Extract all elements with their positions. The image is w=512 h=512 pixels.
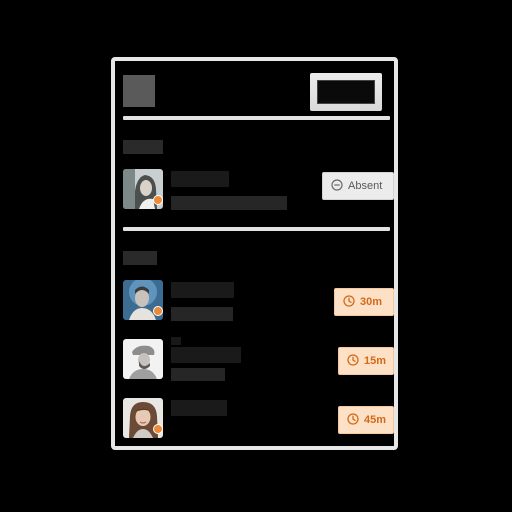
person-subtitle: [171, 307, 233, 321]
wait-time: 30m: [360, 296, 383, 308]
section-divider: [123, 227, 390, 231]
avatar: [123, 339, 163, 379]
absent-badge: Absent: [322, 172, 394, 200]
section-label-bottom: [123, 251, 157, 265]
status-dot: [153, 424, 163, 434]
queue-card: Absent 30m 15m 45m: [111, 57, 398, 450]
queue-row[interactable]: 30m: [123, 280, 394, 324]
person-name: [171, 282, 234, 298]
wait-time: 15m: [364, 355, 387, 367]
person-name: [171, 400, 227, 416]
person-subtitle: [171, 368, 225, 381]
wait-badge: 45m: [338, 406, 394, 434]
section-label-top: [123, 140, 163, 154]
person-subtitle: [171, 424, 237, 439]
person-subtitle: [171, 196, 287, 210]
queue-row[interactable]: 45m: [123, 398, 394, 442]
status-dot: [153, 306, 163, 316]
wait-time: 45m: [364, 414, 387, 426]
clock-icon: [343, 294, 355, 310]
status-dot: [153, 195, 163, 205]
queue-row[interactable]: 15m: [123, 337, 394, 383]
clock-icon: [347, 412, 359, 428]
person-prefix: [171, 337, 181, 345]
clock-icon: [347, 353, 359, 369]
logo: [123, 75, 155, 107]
header-divider: [123, 116, 390, 120]
person-name: [171, 347, 241, 363]
card-header: [123, 73, 386, 113]
minus-circle-icon: [331, 178, 343, 194]
person-name: [171, 171, 229, 187]
wait-badge: 15m: [338, 347, 394, 375]
absent-label: Absent: [348, 180, 383, 192]
header-action-button[interactable]: [310, 73, 382, 111]
absent-row[interactable]: Absent: [123, 169, 394, 213]
header-action-label: [317, 80, 375, 104]
wait-badge: 30m: [334, 288, 394, 316]
